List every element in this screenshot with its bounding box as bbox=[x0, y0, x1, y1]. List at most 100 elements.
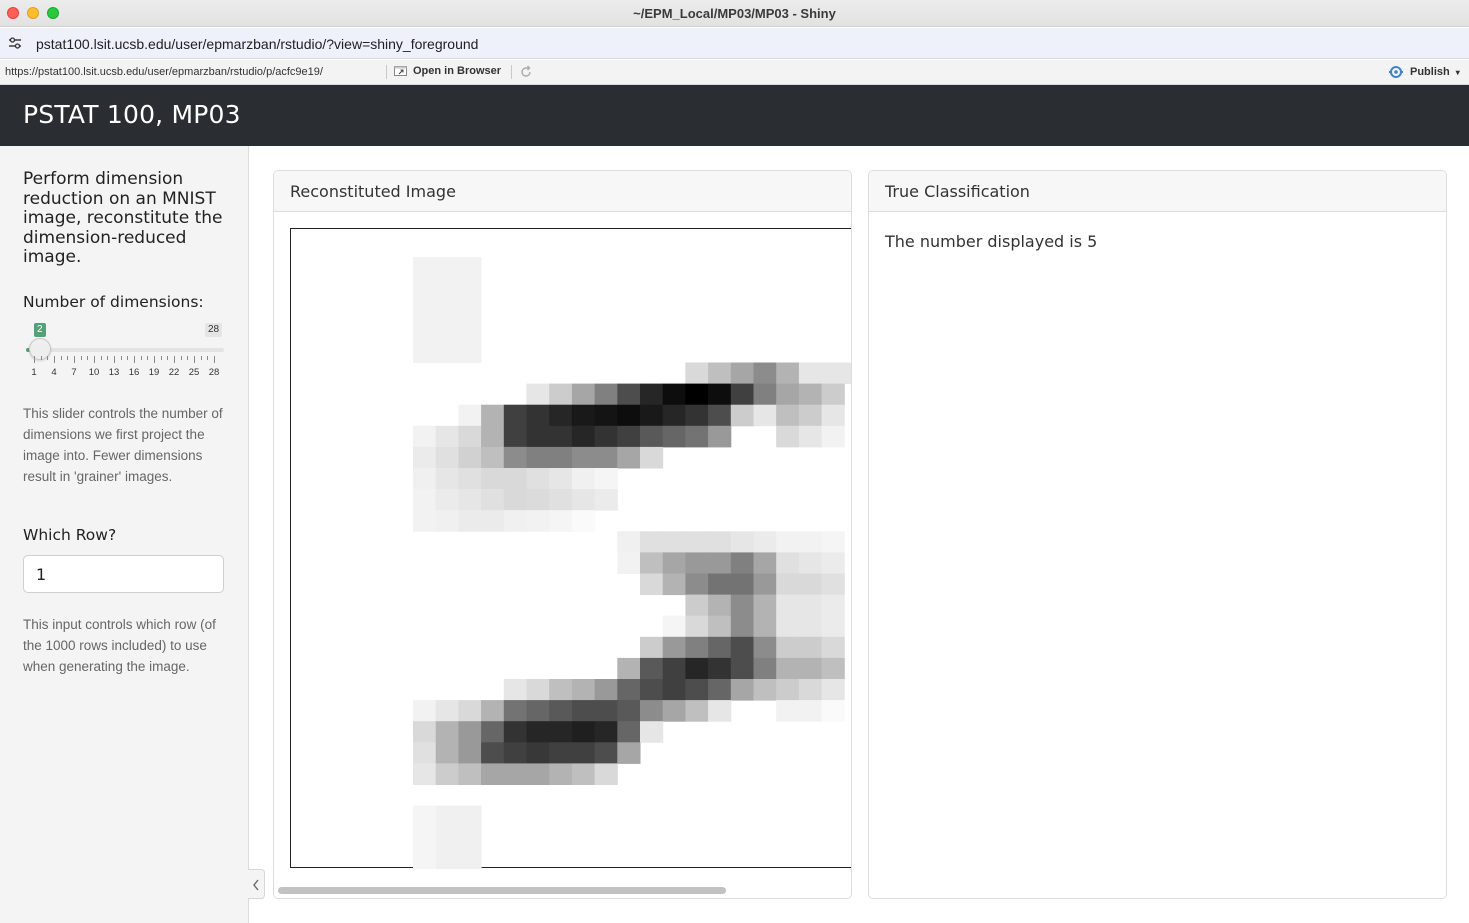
image-pixel bbox=[685, 404, 709, 427]
image-pixel bbox=[617, 679, 641, 701]
image-pixel bbox=[458, 404, 482, 427]
sidebar-collapse-button[interactable] bbox=[248, 869, 265, 899]
image-pixel bbox=[617, 531, 641, 553]
image-pixel bbox=[571, 679, 596, 701]
image-pixel bbox=[571, 446, 596, 469]
slider-tick bbox=[174, 356, 175, 363]
image-pixel bbox=[594, 425, 618, 448]
image-pixel bbox=[798, 615, 823, 638]
image-pixel bbox=[458, 341, 482, 363]
image-pixel bbox=[526, 700, 550, 722]
image-pixel bbox=[503, 425, 527, 448]
slider-tick-label: 16 bbox=[128, 367, 140, 378]
image-pixel bbox=[458, 763, 482, 785]
image-pixel bbox=[753, 679, 777, 701]
image-pixel bbox=[435, 721, 459, 743]
image-pixel bbox=[571, 425, 596, 448]
slider-tick bbox=[147, 356, 149, 360]
image-pixel bbox=[481, 721, 505, 743]
image-pixel bbox=[798, 404, 823, 427]
image-pixel bbox=[413, 446, 437, 469]
slider-tick bbox=[154, 356, 155, 363]
image-pixel bbox=[503, 763, 527, 785]
image-pixel bbox=[730, 404, 754, 427]
toolbar-divider bbox=[511, 65, 512, 79]
image-pixel bbox=[753, 657, 777, 680]
image-pixel bbox=[730, 636, 754, 659]
site-settings-icon[interactable] bbox=[8, 37, 22, 49]
image-pixel bbox=[549, 383, 573, 406]
image-pixel bbox=[798, 383, 823, 406]
refresh-icon[interactable] bbox=[519, 65, 533, 79]
image-pixel bbox=[617, 721, 641, 743]
image-pixel bbox=[753, 594, 777, 617]
image-pixel bbox=[503, 721, 527, 743]
image-pixel bbox=[549, 510, 573, 532]
image-pixel bbox=[753, 552, 777, 574]
image-pixel bbox=[526, 383, 550, 406]
image-pixel bbox=[708, 679, 732, 701]
image-pixel bbox=[821, 362, 845, 385]
row-number-input[interactable]: 1 bbox=[23, 555, 224, 593]
image-pixel bbox=[458, 700, 482, 722]
image-pixel bbox=[413, 468, 437, 490]
image-pixel bbox=[708, 425, 732, 448]
image-pixel bbox=[481, 700, 505, 722]
image-pixel bbox=[413, 826, 437, 849]
image-pixel bbox=[435, 257, 459, 279]
image-pixel bbox=[730, 657, 754, 680]
slider-tick-label: 1 bbox=[31, 367, 37, 378]
app-navbar: PSTAT 100, MP03 bbox=[0, 85, 1469, 146]
publish-icon bbox=[1389, 66, 1403, 78]
image-pixel bbox=[640, 679, 664, 701]
dimensions-slider[interactable]: 2 28 1 4 7 10 13 16 19 22 25 28 bbox=[23, 321, 227, 381]
slider-tick bbox=[187, 356, 189, 360]
image-pixel bbox=[798, 700, 823, 722]
open-in-browser-button[interactable]: Open in Browser bbox=[394, 65, 501, 77]
slider-tick bbox=[87, 356, 89, 360]
image-pixel bbox=[730, 531, 754, 553]
scrollbar-thumb[interactable] bbox=[278, 887, 726, 894]
image-pixel bbox=[571, 763, 596, 785]
image-pixel bbox=[481, 425, 505, 448]
image-pixel bbox=[776, 700, 800, 722]
image-pixel bbox=[753, 531, 777, 553]
image-pixel bbox=[435, 763, 459, 785]
horizontal-scrollbar[interactable] bbox=[278, 887, 850, 895]
image-pixel bbox=[458, 468, 482, 490]
sidebar: Perform dimension reduction on an MNIST … bbox=[0, 146, 249, 923]
slider-tick bbox=[127, 356, 129, 360]
app-title: PSTAT 100, MP03 bbox=[23, 100, 241, 129]
image-pixel bbox=[708, 573, 732, 596]
image-pixel bbox=[458, 721, 482, 743]
image-pixel bbox=[549, 763, 573, 785]
image-pixel bbox=[594, 446, 618, 469]
image-pixel bbox=[435, 299, 459, 321]
image-pixel bbox=[685, 552, 709, 574]
image-pixel bbox=[571, 721, 596, 743]
image-pixel bbox=[458, 742, 482, 764]
image-pixel bbox=[776, 615, 800, 638]
publish-button[interactable]: Publish ▾ bbox=[1388, 65, 1460, 79]
slider-tick bbox=[167, 356, 169, 360]
image-pixel bbox=[776, 636, 800, 659]
image-pixel bbox=[685, 679, 709, 701]
chevron-down-icon[interactable]: ▾ bbox=[1456, 68, 1460, 77]
image-pixel bbox=[753, 383, 777, 406]
image-pixel bbox=[730, 573, 754, 596]
address-bar[interactable]: pstat100.lsit.ucsb.edu/user/epmarzban/rs… bbox=[0, 28, 1469, 59]
image-pixel bbox=[798, 636, 823, 659]
slider-track[interactable] bbox=[26, 348, 224, 352]
image-pixel bbox=[435, 468, 459, 490]
url-text[interactable]: pstat100.lsit.ucsb.edu/user/epmarzban/rs… bbox=[36, 36, 478, 52]
image-pixel bbox=[526, 721, 550, 743]
slider-tick bbox=[54, 356, 55, 363]
slider-tick bbox=[194, 356, 195, 363]
publish-label: Publish bbox=[1410, 66, 1450, 78]
slider-value-badge: 2 bbox=[34, 323, 46, 337]
image-pixel bbox=[662, 636, 686, 659]
slider-tick bbox=[214, 356, 215, 363]
classification-text: The number displayed is 5 bbox=[885, 232, 1098, 251]
image-pixel bbox=[685, 383, 709, 406]
image-pixel bbox=[662, 679, 686, 701]
